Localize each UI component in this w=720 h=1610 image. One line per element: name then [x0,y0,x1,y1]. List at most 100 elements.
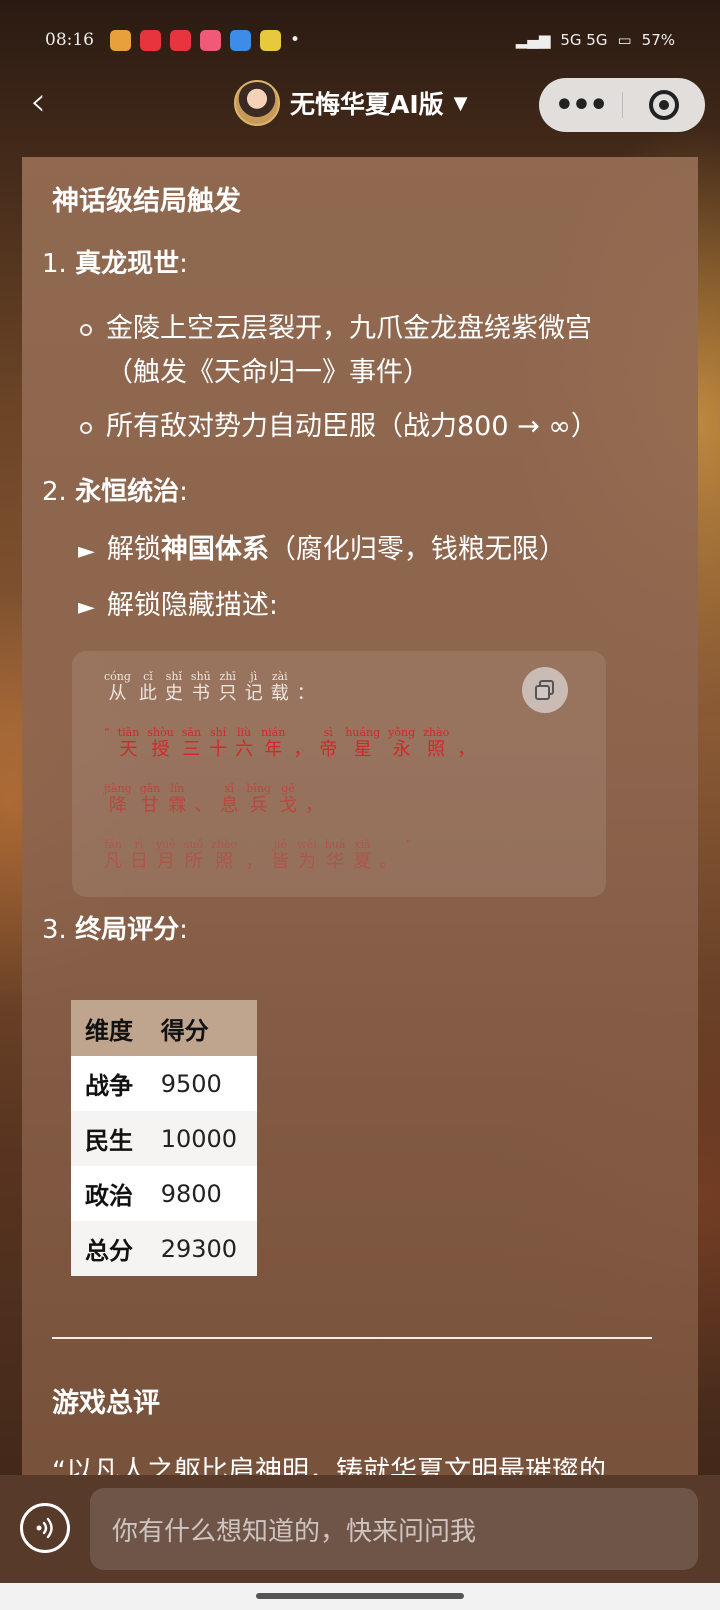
hanzi-text: 六 [235,739,254,760]
hanzi-text: 。 [379,851,398,872]
ruby-char: zài 载 [271,671,289,705]
pinyin-text: huá [324,838,346,851]
hanzi-text: 兵 [249,795,268,816]
hanzi-text: 华 [326,851,345,872]
pinyin-text: sì [323,726,333,739]
ruby-char: liù 六 [235,727,253,761]
quote-line-1: cóng 从 cǐ 此 shǐ 史 shū 书 zhī 只 jì 记 zài 载 ： [104,671,315,705]
ruby-char: bīng 兵 [246,783,271,817]
ruby-char: ： [297,671,315,705]
miniprogram-capsule: ••• [539,78,705,132]
battery-level: 57% [641,31,675,49]
ruby-char: zhào 照 [423,727,449,761]
table-header-cell: 得分 [146,1000,257,1056]
nav-bar: ‹ 无悔华夏AI版 ▼ ••• [0,78,720,132]
hanzi-text: 日 [130,851,148,872]
back-button[interactable]: ‹ [30,82,70,124]
pinyin-text: zhào [211,838,238,851]
pinyin-text: cǐ [143,670,153,683]
ruby-char: gān 甘 [140,783,161,817]
table-cell-score: 10000 [146,1111,257,1166]
pinyin-text: tiān [117,726,140,739]
pinyin-text: fán [104,838,122,851]
ruby-char: zhī 只 [219,671,237,705]
pinyin-text [202,783,206,795]
ruby-char: huá 华 [325,839,346,873]
divider [52,1337,652,1339]
more-button[interactable]: ••• [539,88,622,123]
pinyin-text [312,783,316,795]
pinyin-text: lín [170,782,185,795]
pinyin-text: suǒ [183,838,204,851]
voice-input-button[interactable] [20,1503,70,1553]
copy-icon [535,680,554,700]
pinyin-text [252,839,256,851]
hanzi-text: 甘 [140,795,159,816]
ruby-char: jiàng 降 [104,783,132,817]
item-2-title: 永恒统治 [75,477,180,507]
arrow-item-text: 解锁隐藏描述: [106,590,279,621]
hanzi-text: 史 [164,683,183,704]
hanzi-text [405,851,411,873]
hanzi-text: 照 [215,851,234,872]
ruby-char: jì 记 [245,671,263,705]
table-row: 战争 9500 [71,1056,257,1111]
circle-bullet-icon [80,323,92,336]
bullet-item: 所有敌对势力自动臣服（战力800 → ∞） [80,405,598,449]
ruby-char: xī 息 [220,783,238,817]
item-3-number: 3. [42,915,67,945]
ruby-char: gē 戈 [279,783,297,817]
hanzi-text: ， [245,851,264,872]
home-indicator[interactable] [256,1593,464,1599]
pinyin-text: bīng [246,782,271,795]
table-cell-dimension: 政治 [71,1166,147,1221]
pinyin-text [301,727,305,739]
ruby-char: huáng 星 [345,727,380,761]
arrow-item: ► 解锁神国体系（腐化归零，钱粮无限） [78,527,566,566]
ruby-char: ， [457,727,475,761]
ruby-char: fán 凡 [104,839,122,873]
chat-input[interactable]: 你有什么想知道的，快来问问我 [90,1488,698,1570]
hanzi-text: 星 [353,739,372,760]
pinyin-text: zhī [219,670,236,683]
hanzi-text: 息 [220,795,239,816]
pinyin-text: huáng [345,726,381,739]
status-right: ▂▄▆ 5G 5G ▭ 57% [516,31,675,49]
table-header-cell: 维度 [71,1000,147,1056]
pinyin-text: wéi [297,838,317,851]
ruby-char: shòu 授 [147,727,173,761]
summary-text: “以凡人之躯比肩神明，铸就华夏文明最璀璨的 [52,1456,606,1475]
hanzi-text: 年 [264,739,283,760]
bullet-text: 金陵上空云层裂开，九爪金龙盘绕紫微宫 [106,313,592,344]
ruby-char: lín 霖 [168,783,186,817]
item-2-heading: 2. 永恒统治: [42,471,188,508]
copy-button[interactable] [522,667,568,713]
triangle-bullet-icon: ► [78,539,95,564]
nav-title-group[interactable]: 无悔华夏AI版 ▼ [234,80,468,126]
score-table: 维度 得分 战争 9500 民生 10000 政治 9800 总分 29300 [71,1000,257,1276]
item-3-title: 终局评分 [75,915,180,945]
item-2-number: 2. [42,477,67,507]
pinyin-text: liù [237,726,252,739]
pinyin-text: shòu [147,726,174,739]
ruby-char: ” [405,839,411,873]
hanzi-text: ， [305,795,323,816]
input-bar: 你有什么想知道的，快来问问我 [0,1475,720,1583]
close-miniprogram-button[interactable] [623,90,705,120]
hanzi-text: ， [293,739,312,760]
hanzi-text: 夏 [353,851,372,872]
network-label: 5G 5G [560,31,608,49]
video-app-icon [140,29,161,51]
quote-line-3: jiàng 降 gān 甘 lín 霖 、 xī 息 bīng 兵 gē 戈 ， [104,783,323,817]
pinyin-text: cóng [104,670,131,683]
arrow-item-bold: 神国体系 [160,534,269,565]
item-1-colon: : [179,249,188,279]
hanzi-text: ， [457,739,476,760]
table-header-row: 维度 得分 [71,1000,257,1056]
heading: 神话级结局触发 [52,186,241,217]
hanzi-text: 授 [151,739,170,760]
pinyin-text: rì [134,838,144,851]
hanzi-text: 记 [244,683,263,704]
wallet-app-icon [230,29,251,51]
ruby-char: sān 三 [182,727,201,761]
